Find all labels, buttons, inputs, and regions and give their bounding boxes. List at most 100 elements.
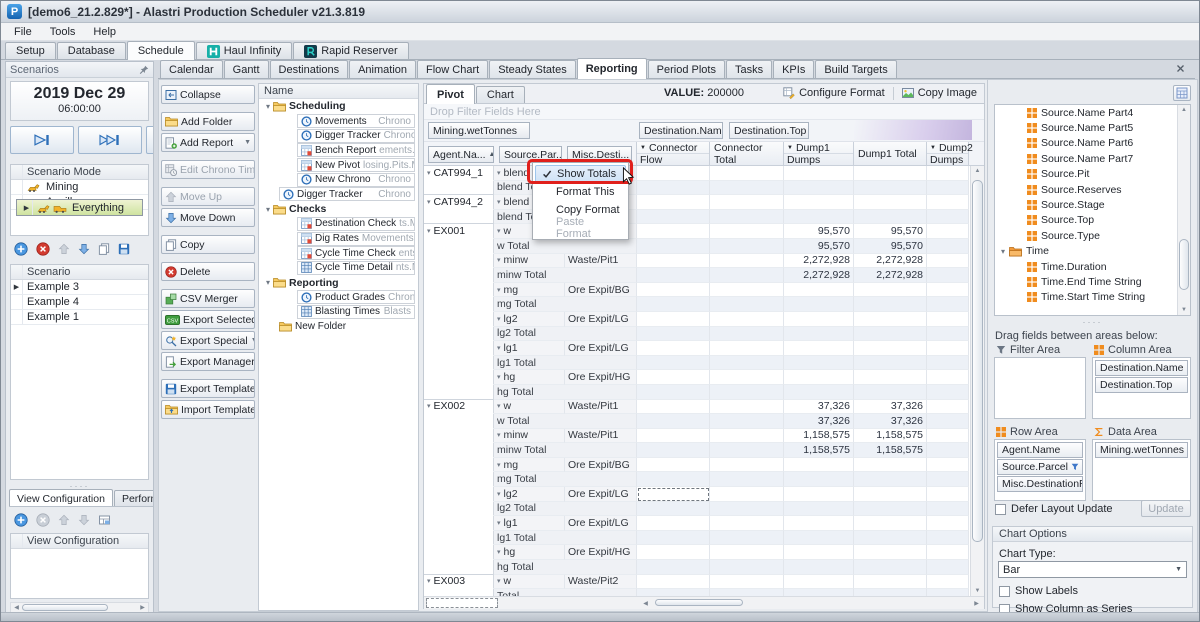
pivot-cell-connector-total[interactable] bbox=[710, 370, 784, 385]
field-list-item-time-duration[interactable]: Time.Duration bbox=[995, 259, 1190, 274]
tree-leaf-box[interactable]: Product GradesChrono bbox=[297, 290, 415, 304]
column-group-header[interactable]: ▼Connector bbox=[637, 142, 709, 154]
area-field-pill-source-parcel[interactable]: Source.Parcel bbox=[997, 459, 1083, 475]
pivot-cell-connector-total[interactable] bbox=[710, 283, 784, 298]
tree-item-reporting[interactable]: ▾Reporting bbox=[259, 275, 418, 290]
tree-item-new-chrono[interactable]: New ChronoChrono bbox=[259, 172, 418, 187]
pivot-cell-dump1[interactable] bbox=[784, 181, 854, 196]
pivot-cell-dump1[interactable]: 1,158,575 bbox=[784, 443, 854, 458]
csv-merger-button[interactable]: CSV Merger bbox=[161, 289, 255, 308]
pivot-tab-pivot[interactable]: Pivot bbox=[426, 84, 475, 104]
pivot-cell-flow[interactable] bbox=[637, 181, 710, 196]
pivot-misc-cell[interactable]: Waste/Pit1 bbox=[565, 429, 637, 444]
pivot-agent-cell[interactable] bbox=[424, 297, 494, 312]
pivot-cell-dump1-total[interactable] bbox=[854, 312, 927, 327]
tree-item-movements[interactable]: MovementsChrono bbox=[259, 114, 418, 129]
row-field-pill-agent-na[interactable]: Agent.Na...▲ bbox=[428, 146, 494, 163]
close-icon[interactable] bbox=[1176, 64, 1185, 73]
pivot-cell-dump1-total[interactable] bbox=[854, 516, 927, 531]
collapse-arrow-icon[interactable]: ▾ bbox=[497, 490, 501, 498]
scroll-up-icon[interactable]: ▲ bbox=[971, 168, 984, 174]
pivot-misc-cell[interactable]: Ore Expit/LG bbox=[565, 516, 637, 531]
collapse-arrow-icon[interactable]: ▾ bbox=[497, 227, 501, 235]
pivot-cell-dump1[interactable] bbox=[784, 531, 854, 546]
row-field-pill-source-par[interactable]: Source.Par...▼ bbox=[499, 146, 562, 163]
pivot-cell-flow[interactable] bbox=[637, 327, 710, 342]
column-field-pill-destination-top[interactable]: Destination.Top▲ bbox=[729, 122, 809, 139]
pivot-agent-cell[interactable] bbox=[424, 210, 494, 225]
pivot-agent-cell[interactable] bbox=[424, 341, 494, 356]
pivot-cell-dump2[interactable] bbox=[927, 268, 969, 283]
pivot-cell-connector-total[interactable] bbox=[710, 166, 784, 181]
menu-item-format-this[interactable]: Format This bbox=[535, 183, 626, 201]
pivot-agent-cell[interactable] bbox=[424, 370, 494, 385]
collapse-arrow-icon[interactable]: ▾ bbox=[497, 286, 501, 294]
collapse-arrow-icon[interactable]: ▾ bbox=[497, 169, 501, 177]
pivot-cell-dump1[interactable]: 37,326 bbox=[784, 414, 854, 429]
show-labels-checkbox[interactable] bbox=[999, 586, 1010, 597]
toolbar-save-icon[interactable] bbox=[118, 243, 130, 255]
scroll-up-icon[interactable]: ▲ bbox=[1178, 107, 1190, 113]
pivot-cell-dump1[interactable] bbox=[784, 341, 854, 356]
column-field-pill-destination-name[interactable]: Destination.Name▲ bbox=[639, 122, 723, 139]
main-tab-rapid-reserver[interactable]: Rapid Reserver bbox=[293, 42, 408, 59]
pivot-cell-connector-total[interactable] bbox=[710, 414, 784, 429]
field-list-item-source-stage[interactable]: Source.Stage bbox=[995, 197, 1190, 212]
expander-icon[interactable]: ▾ bbox=[263, 278, 273, 287]
pivot-cell-dump1-total[interactable]: 95,570 bbox=[854, 239, 927, 254]
collapse-arrow-icon[interactable]: ▾ bbox=[497, 344, 501, 352]
pivot-cell-dump1[interactable]: 95,570 bbox=[784, 239, 854, 254]
pivot-cell-connector-total[interactable] bbox=[710, 181, 784, 196]
sub-tab-gantt[interactable]: Gantt bbox=[224, 60, 269, 78]
collapse-arrow-icon[interactable]: ▾ bbox=[497, 431, 501, 439]
pivot-misc-cell[interactable]: Ore Expit/LG bbox=[565, 312, 637, 327]
pivot-cell-dump2[interactable] bbox=[927, 312, 969, 327]
chart-type-select[interactable]: Bar ▼ bbox=[998, 561, 1187, 578]
pivot-cell-dump1-total[interactable]: 37,326 bbox=[854, 414, 927, 429]
scroll-thumb[interactable] bbox=[972, 180, 983, 542]
pivot-misc-cell[interactable]: Ore Expit/BG bbox=[565, 283, 637, 298]
tree-item-bench-report[interactable]: Bench Reportements.Mining bbox=[259, 143, 418, 158]
pivot-cell-dump2[interactable] bbox=[927, 370, 969, 385]
pivot-agent-cell[interactable] bbox=[424, 181, 494, 196]
field-list-item-source-reserves[interactable]: Source.Reserves bbox=[995, 182, 1190, 197]
pivot-cell-flow[interactable] bbox=[637, 516, 710, 531]
sub-tab-flow-chart[interactable]: Flow Chart bbox=[417, 60, 488, 78]
export-selected-button[interactable]: CSVExport Selected bbox=[161, 310, 255, 329]
pivot-source-cell[interactable]: ▾hg bbox=[494, 545, 565, 560]
scenario-row[interactable]: Example 1 bbox=[11, 310, 148, 325]
sub-tab-calendar[interactable]: Calendar bbox=[160, 60, 223, 78]
tree-leaf-box[interactable]: Bench Reportements.Mining bbox=[297, 143, 415, 157]
pivot-cell-dump2[interactable] bbox=[927, 589, 969, 596]
pivot-misc-cell[interactable]: Ore Expit/HG bbox=[565, 370, 637, 385]
pivot-cell-flow[interactable] bbox=[637, 254, 710, 269]
pivot-cell-connector-total[interactable] bbox=[710, 560, 784, 575]
tree-item-product-grades[interactable]: Product GradesChrono bbox=[259, 290, 418, 305]
pivot-cell-dump1-total[interactable] bbox=[854, 575, 927, 590]
pivot-cell-dump1-total[interactable] bbox=[854, 560, 927, 575]
pivot-cell-flow[interactable] bbox=[637, 443, 710, 458]
tree-item-blasting-times[interactable]: Blasting TimesBlasts bbox=[259, 305, 418, 320]
pivot-cell-dump1-total[interactable]: 2,272,928 bbox=[854, 254, 927, 269]
update-button[interactable]: Update bbox=[1141, 500, 1191, 517]
pivot-cell-connector-total[interactable] bbox=[710, 312, 784, 327]
pivot-cell-connector-total[interactable] bbox=[710, 239, 784, 254]
pivot-cell-dump1-total[interactable] bbox=[854, 195, 927, 210]
pivot-cell-dump2[interactable] bbox=[927, 181, 969, 196]
pivot-cell-dump1-total[interactable] bbox=[854, 356, 927, 371]
pivot-cell-flow[interactable] bbox=[637, 385, 710, 400]
tree-leaf-box[interactable]: Dig RatesMovements.Mining bbox=[297, 232, 415, 246]
pivot-agent-cell[interactable]: ▾CAT994_2 bbox=[424, 195, 494, 210]
pivot-cell-dump1[interactable]: 1,158,575 bbox=[784, 429, 854, 444]
pivot-misc-cell[interactable]: Ore Expit/LG bbox=[565, 341, 637, 356]
pivot-cell-flow[interactable] bbox=[637, 356, 710, 371]
column-group-header[interactable]: ▼Dump1 bbox=[784, 142, 853, 154]
pivot-agent-cell[interactable] bbox=[424, 414, 494, 429]
copy-button[interactable]: Copy bbox=[161, 235, 255, 254]
pivot-cell-dump1[interactable] bbox=[784, 327, 854, 342]
pivot-cell-dump1[interactable] bbox=[784, 502, 854, 517]
pivot-cell-dump1-total[interactable] bbox=[854, 502, 927, 517]
collapse-arrow-icon[interactable]: ▾ bbox=[497, 373, 501, 381]
pivot-cell-connector-total[interactable] bbox=[710, 516, 784, 531]
pivot-cell-flow[interactable] bbox=[637, 166, 710, 181]
